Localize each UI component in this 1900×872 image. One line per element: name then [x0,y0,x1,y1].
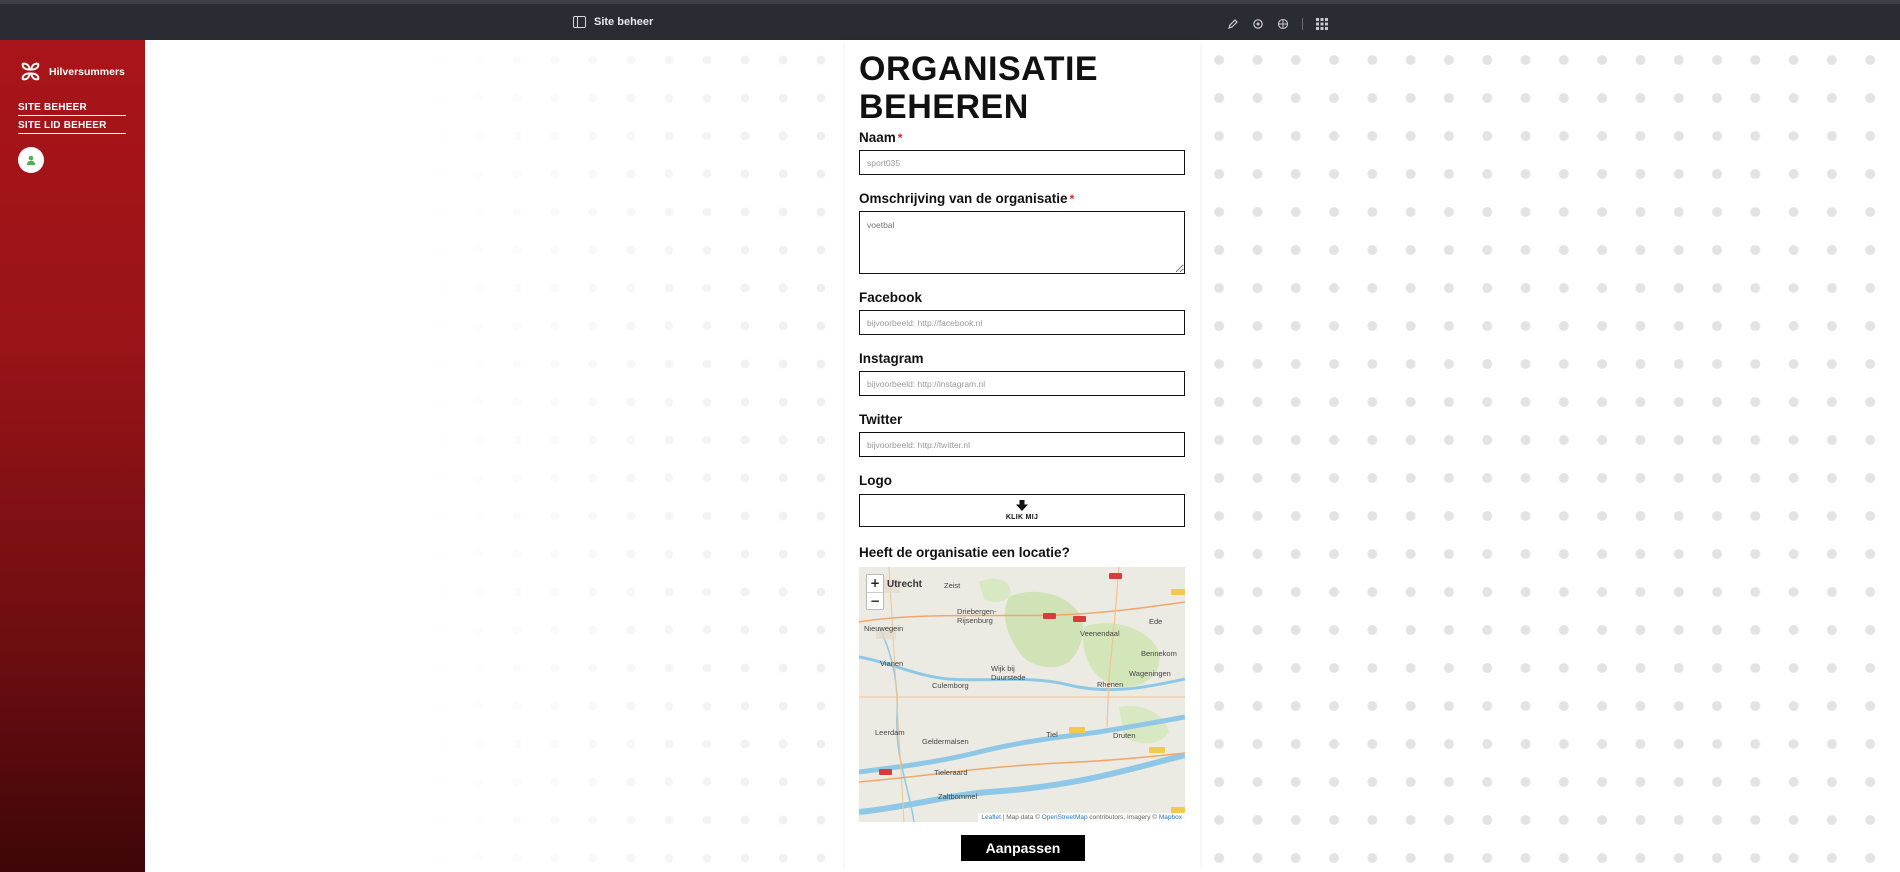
toolbar-actions [1227,18,1328,30]
page-title: ORGANISATIE BEHEREN [859,50,1099,126]
mapbox-link[interactable]: Mapbox [1159,814,1182,821]
map-place-label: Ede [1149,617,1163,626]
zoom-out-button[interactable]: − [867,592,883,609]
facebook-input[interactable] [859,310,1185,335]
brand-name: Hilversummers [49,65,125,78]
organisation-form-panel: ORGANISATIE BEHEREN Naam* Omschrijving v… [845,40,1200,872]
map-place-label: Wageningen [1129,669,1171,678]
top-toolbar: Site beheer [0,0,1900,40]
name-label: Naam * [859,130,902,145]
leaflet-link[interactable]: Leaflet [981,814,1001,821]
download-arrow-icon [1016,500,1028,511]
apps-grid-icon[interactable] [1316,18,1328,30]
submit-button[interactable]: Aanpassen [961,835,1085,861]
name-label-text: Naam [859,130,896,145]
map-place-label: Culemborg [932,681,969,690]
settings-icon[interactable] [1252,18,1264,30]
map-tiles [859,567,1185,822]
required-marker: * [897,131,903,145]
name-input[interactable] [859,150,1185,175]
site-title[interactable]: Site beheer [573,16,653,28]
map-place-label: Vianen [880,659,904,668]
sidebar-item-site-beheer[interactable]: SITE BEHEER [18,102,126,116]
toolbar-divider [1302,18,1303,30]
map-place-label: Utrecht [887,579,923,590]
map-place-label: Zaltbommel [938,792,978,801]
brand-logo-icon [21,62,40,81]
twitter-label: Twitter [859,412,903,427]
zoom-in-button[interactable]: + [867,575,883,592]
map-place-label: Driebergen-Rijsenburg [957,607,997,625]
instagram-input[interactable] [859,371,1185,396]
logo-upload-button[interactable]: KLIK MIJ [859,494,1185,527]
map-place-label: Druten [1113,731,1136,740]
map-place-label: Tieleraard [934,768,968,777]
logo-label: Logo [859,473,892,488]
dotted-background-right [1200,40,1900,872]
twitter-input[interactable] [859,432,1185,457]
panel-toggle-icon[interactable] [573,16,586,28]
description-label: Omschrijving van de organisatie * [859,191,1074,206]
attribution-text: contributors, Imagery © [1087,814,1159,821]
map-place-label: Rhenen [1097,680,1124,689]
globe-icon[interactable] [1277,18,1289,30]
attribution-text: | Map data © [1000,814,1042,821]
map-place-label: Nieuwegein [864,624,904,633]
sidebar-item-site-lid-beheer[interactable]: SITE LID BEHEER [18,120,126,134]
user-icon [26,155,36,165]
description-textarea[interactable] [859,211,1185,274]
location-label: Heeft de organisatie een locatie? [859,545,1070,560]
map-place-label: Geldermalsen [922,737,969,746]
instagram-label: Instagram [859,351,924,366]
description-label-text: Omschrijving van de organisatie [859,191,1068,206]
avatar[interactable] [18,147,44,173]
location-map[interactable]: Utrecht Zeist Driebergen-Rijsenburg Nieu… [859,567,1185,822]
map-place-label: Wijk bij Duurstede [991,664,1026,682]
map-place-label: Leerdam [875,728,905,737]
map-place-label: Zeist [944,581,961,590]
facebook-label: Facebook [859,290,923,305]
map-attribution: Leaflet | Map data © OpenStreetMap contr… [978,813,1185,822]
map-place-label: Veenendaal [1080,629,1120,638]
logo-upload-label: KLIK MIJ [1005,514,1039,521]
map-place-label: Bennekom [1141,649,1177,658]
brand[interactable]: Hilversummers [18,59,125,84]
sidebar: Hilversummers SITE BEHEER SITE LID BEHEE… [0,40,145,872]
site-title-label: Site beheer [594,16,654,28]
map-zoom-control: + − [866,574,884,610]
openstreetmap-link[interactable]: OpenStreetMap [1042,814,1088,821]
map-place-label: Tiel [1046,730,1058,739]
edit-icon[interactable] [1227,18,1239,30]
dotted-background-left [145,40,845,872]
required-marker: * [1069,192,1075,206]
